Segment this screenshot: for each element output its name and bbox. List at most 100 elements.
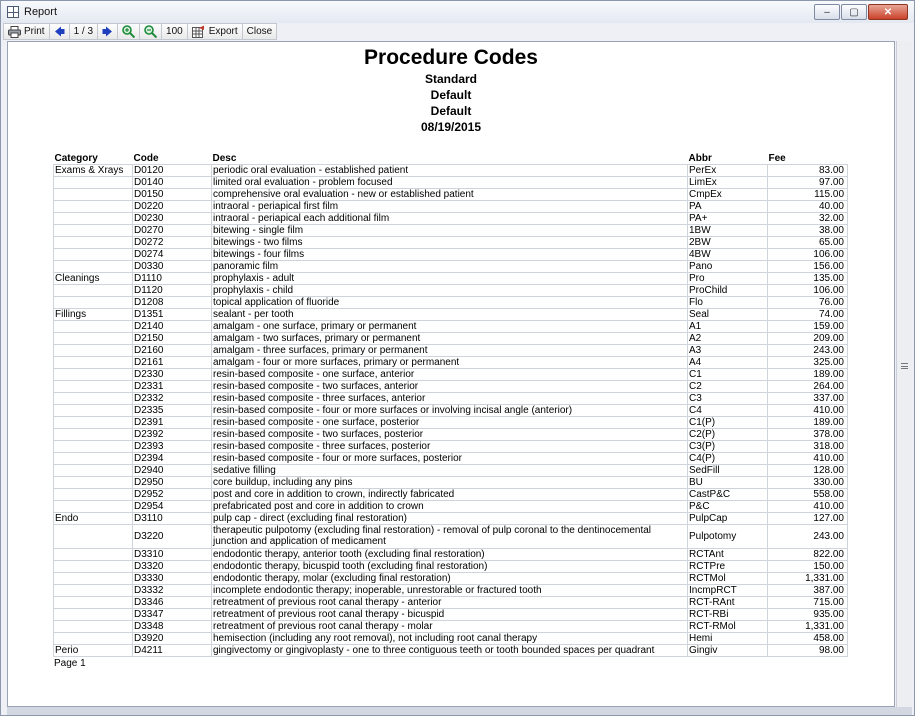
zoom-in-button[interactable] bbox=[118, 23, 141, 40]
table-row: D2392 resin-based composite - two surface… bbox=[53, 427, 848, 441]
cell-desc: bitewing - single film bbox=[211, 223, 688, 237]
cell-code: D0270 bbox=[132, 223, 212, 237]
cell-abbr: LimEx bbox=[687, 175, 768, 189]
cell-fee: 458.00 bbox=[767, 631, 848, 645]
cell-desc: resin-based composite - two surfaces, an… bbox=[211, 379, 688, 393]
cell-fee: 410.00 bbox=[767, 499, 848, 513]
zoom-out-button[interactable] bbox=[140, 23, 163, 40]
cell-desc: intraoral - periapical first film bbox=[211, 199, 688, 213]
print-button[interactable]: Print bbox=[3, 23, 50, 40]
prev-page-button[interactable] bbox=[49, 23, 70, 40]
cell-fee: 65.00 bbox=[767, 235, 848, 249]
table-row: D3920 hemisection (including any root rem… bbox=[53, 631, 848, 645]
zoom-level[interactable]: 100 bbox=[162, 23, 188, 40]
cell-category bbox=[53, 415, 133, 429]
table-row: D0230 intraoral - periapical each additio… bbox=[53, 211, 848, 225]
cell-desc: incomplete endodontic therapy; inoperabl… bbox=[211, 583, 688, 597]
close-button[interactable]: Close bbox=[242, 23, 278, 40]
window-controls: – ▢ ✕ bbox=[813, 4, 908, 20]
cell-code: D1351 bbox=[132, 307, 212, 321]
cell-desc: amalgam - three surfaces, primary or per… bbox=[211, 343, 688, 357]
cell-abbr: BU bbox=[687, 475, 768, 489]
cell-desc: resin-based composite - one surface, ant… bbox=[211, 367, 688, 381]
minimize-button[interactable]: – bbox=[814, 4, 840, 20]
cell-fee: 159.00 bbox=[767, 319, 848, 333]
cell-fee: 127.00 bbox=[767, 511, 848, 525]
table-row: D0140 limited oral evaluation - problem f… bbox=[53, 175, 848, 189]
cell-fee: 337.00 bbox=[767, 391, 848, 405]
cell-category: Cleanings bbox=[53, 271, 133, 285]
cell-fee: 318.00 bbox=[767, 439, 848, 453]
cell-desc: gingivectomy or gingivoplasty - one to t… bbox=[211, 643, 688, 657]
table-row: D2940 sedative filling SedFill 128.00 bbox=[53, 463, 848, 477]
report-header: Procedure Codes Standard Default Default… bbox=[8, 45, 894, 135]
table-row: Fillings D1351 sealant - per tooth Seal 74.0… bbox=[53, 307, 848, 321]
cell-abbr: CmpEx bbox=[687, 187, 768, 201]
cell-code: D0150 bbox=[132, 187, 212, 201]
maximize-button[interactable]: ▢ bbox=[841, 4, 867, 20]
cell-desc: resin-based composite - three surfaces, … bbox=[211, 391, 688, 405]
status-strip bbox=[7, 707, 912, 715]
title-bar[interactable]: Report – ▢ ✕ bbox=[1, 1, 914, 23]
cell-code: D0272 bbox=[132, 235, 212, 249]
cell-desc: prefabricated post and core in addition … bbox=[211, 499, 688, 513]
cell-desc: endodontic therapy, bicuspid tooth (excl… bbox=[211, 559, 688, 573]
cell-code: D2331 bbox=[132, 379, 212, 393]
cell-category bbox=[53, 403, 133, 417]
cell-abbr: 4BW bbox=[687, 247, 768, 261]
table-row: D3332 incomplete endodontic therapy; inop… bbox=[53, 583, 848, 597]
window-close-button[interactable]: ✕ bbox=[868, 4, 908, 20]
table-row: D2954 prefabricated post and core in addi… bbox=[53, 499, 848, 513]
cell-category bbox=[53, 175, 133, 189]
cell-category bbox=[53, 523, 133, 549]
cell-desc: resin-based composite - three surfaces, … bbox=[211, 439, 688, 453]
cell-fee: 410.00 bbox=[767, 403, 848, 417]
cell-code: D3346 bbox=[132, 595, 212, 609]
vertical-scrollbar[interactable] bbox=[896, 41, 912, 707]
table-row: D3320 endodontic therapy, bicuspid tooth … bbox=[53, 559, 848, 573]
cell-desc: hemisection (including any root removal)… bbox=[211, 631, 688, 645]
cell-fee: 40.00 bbox=[767, 199, 848, 213]
cell-category bbox=[53, 595, 133, 609]
cell-code: D0220 bbox=[132, 199, 212, 213]
table-row: D2335 resin-based composite - four or mor… bbox=[53, 403, 848, 417]
cell-fee: 387.00 bbox=[767, 583, 848, 597]
cell-desc: amalgam - two surfaces, primary or perma… bbox=[211, 331, 688, 345]
cell-code: D2950 bbox=[132, 475, 212, 489]
cell-code: D2140 bbox=[132, 319, 212, 333]
cell-category bbox=[53, 211, 133, 225]
scroll-grip-icon bbox=[901, 363, 908, 369]
cell-category bbox=[53, 283, 133, 297]
cell-desc: amalgam - one surface, primary or perman… bbox=[211, 319, 688, 333]
table-row: D0330 panoramic film Pano 156.00 bbox=[53, 259, 848, 273]
cell-category bbox=[53, 199, 133, 213]
report-subtitle-3: Default bbox=[430, 104, 472, 118]
cell-category bbox=[53, 631, 133, 645]
report-preview[interactable]: Procedure Codes Standard Default Default… bbox=[7, 41, 895, 707]
cell-fee: 1,331.00 bbox=[767, 571, 848, 585]
cell-category bbox=[53, 187, 133, 201]
cell-category bbox=[53, 259, 133, 273]
cell-code: D2391 bbox=[132, 415, 212, 429]
cell-code: D2330 bbox=[132, 367, 212, 381]
cell-desc: pulp cap - direct (excluding final resto… bbox=[211, 511, 688, 525]
table-row: D2952 post and core in addition to crown,… bbox=[53, 487, 848, 501]
cell-desc: resin-based composite - four or more sur… bbox=[211, 451, 688, 465]
report-title: Procedure Codes bbox=[364, 46, 538, 69]
cell-category bbox=[53, 475, 133, 489]
cell-fee: 150.00 bbox=[767, 559, 848, 573]
table-row: Perio D4211 gingivectomy or gingivoplasty … bbox=[53, 643, 848, 657]
cell-desc: resin-based composite - four or more sur… bbox=[211, 403, 688, 417]
export-button[interactable]: Export bbox=[187, 23, 243, 40]
table-row: D1120 prophylaxis - child ProChild 106.00 bbox=[53, 283, 848, 297]
cell-fee: 74.00 bbox=[767, 307, 848, 321]
table-row: D2331 resin-based composite - two surface… bbox=[53, 379, 848, 393]
cell-abbr: Pano bbox=[687, 259, 768, 273]
cell-desc: retreatment of previous root canal thera… bbox=[211, 595, 688, 609]
cell-desc: sealant - per tooth bbox=[211, 307, 688, 321]
next-page-button[interactable] bbox=[98, 23, 119, 40]
table-row: D3310 endodontic therapy, anterior tooth … bbox=[53, 547, 848, 561]
page-indicator: 1 / 3 bbox=[69, 23, 99, 40]
table-row: D2140 amalgam - one surface, primary or p… bbox=[53, 319, 848, 333]
cell-desc: core buildup, including any pins bbox=[211, 475, 688, 489]
